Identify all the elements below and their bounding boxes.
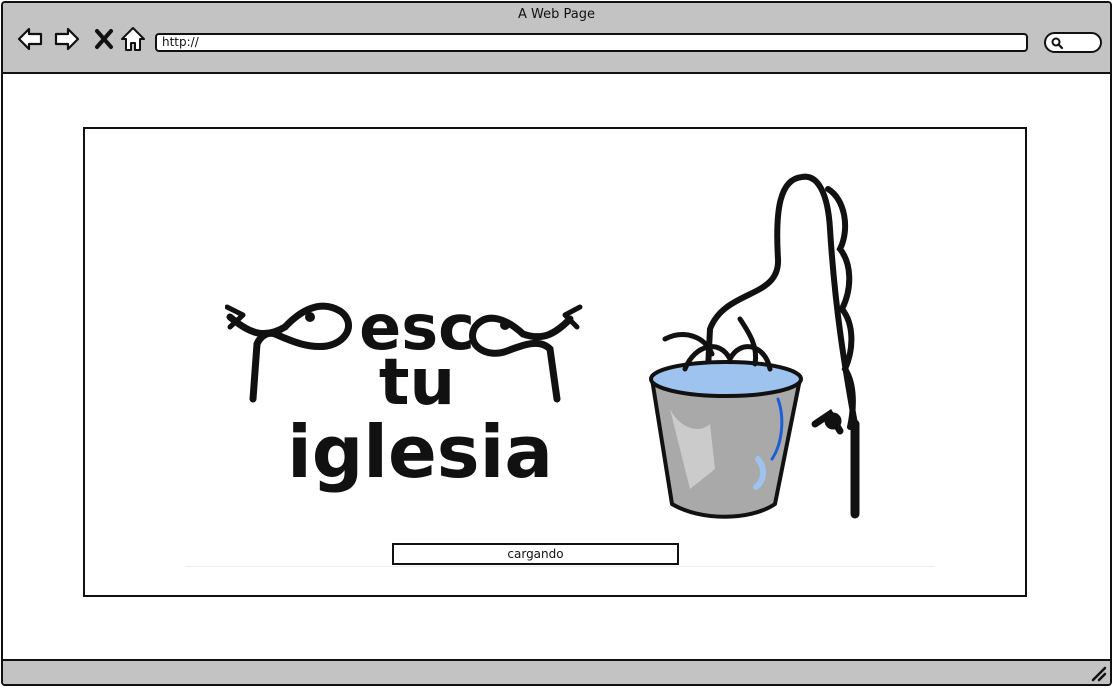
bucket-icon (649, 316, 803, 519)
back-arrow-icon (17, 27, 43, 51)
browser-toolbar: A Web Page http:// (3, 3, 1110, 74)
address-bar[interactable]: http:// (155, 33, 1028, 52)
window-title: A Web Page (518, 7, 595, 22)
logo-word-iglesia: iglesia (287, 410, 553, 494)
pesca-tu-iglesia-logo: pesca esc tu iglesia (225, 291, 583, 494)
home-icon (121, 27, 145, 51)
home-button[interactable] (119, 25, 147, 53)
search-icon (1051, 37, 1064, 50)
resize-grip-icon[interactable] (1089, 664, 1107, 682)
loading-progress-bar: cargando (392, 543, 679, 565)
back-button[interactable] (16, 25, 44, 53)
divider (185, 566, 935, 567)
browser-window: A Web Page http:// esc tu iglesia cargan… (1, 1, 1112, 686)
search-field[interactable] (1044, 32, 1102, 53)
status-bar (3, 659, 1110, 684)
bucket-and-fishing-rod-illustration (649, 173, 860, 519)
forward-arrow-icon (54, 27, 80, 51)
stop-button[interactable] (90, 25, 118, 53)
forward-button[interactable] (53, 25, 81, 53)
page-content: pesca esc tu iglesia (83, 127, 1027, 597)
close-icon (95, 29, 113, 49)
logo-word-tu: tu (379, 346, 455, 420)
